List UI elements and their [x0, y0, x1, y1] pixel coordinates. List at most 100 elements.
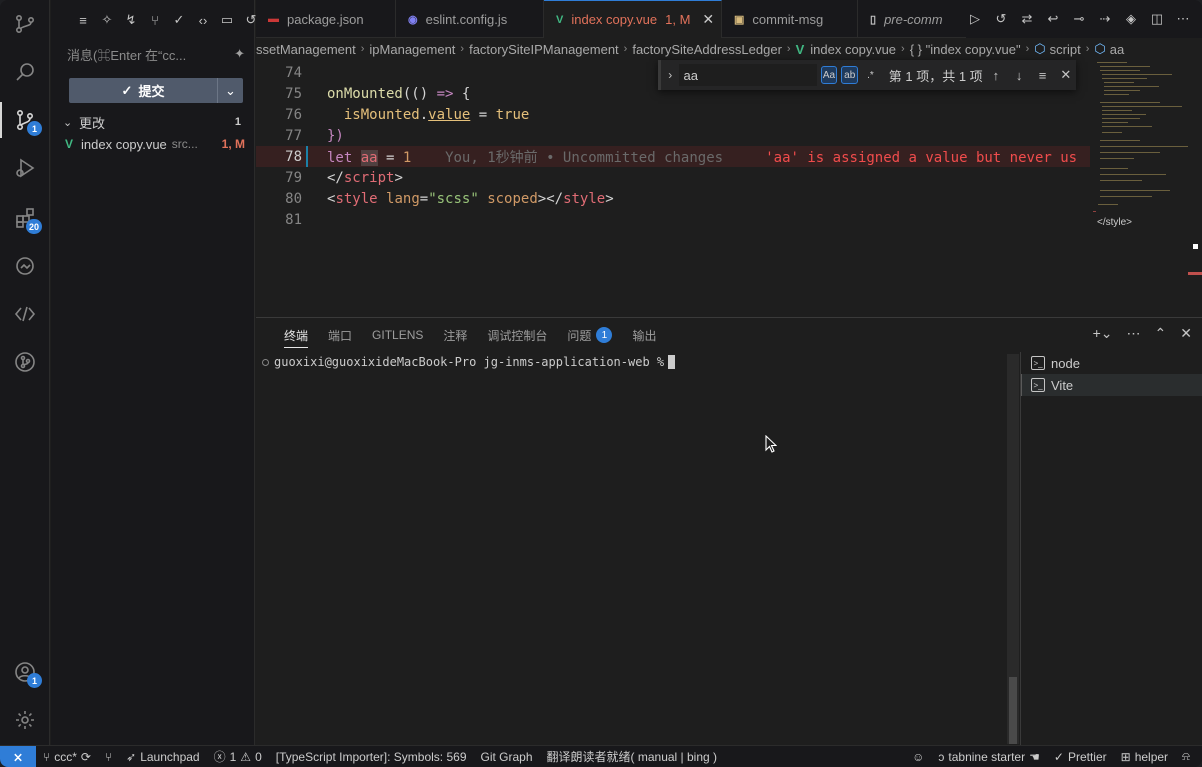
search-icon[interactable] — [0, 50, 50, 94]
panel-tab-label: 调试控制台 — [487, 328, 548, 343]
comment-icon[interactable]: ▭ — [217, 10, 237, 30]
editor-scroll-indicator[interactable] — [1193, 244, 1198, 249]
command-status-dot-icon — [262, 358, 269, 366]
tab-comments[interactable]: 注释 — [433, 318, 477, 352]
gitlens-icon[interactable] — [0, 340, 50, 384]
git-blame-annotation: You, 1秒钟前 • Uncommitted changes — [445, 149, 724, 166]
generate-message-sparkle-icon[interactable]: ✦ — [234, 46, 245, 62]
tab-gitlens[interactable]: GITLENS — [362, 318, 433, 352]
line-number: 81 — [285, 211, 302, 228]
branch-arrow-icon[interactable]: ↯ — [121, 10, 141, 30]
npm-icon: ▬ — [268, 13, 279, 25]
notifications-bell-icon[interactable]: ⍾ — [1175, 749, 1202, 764]
copilot-status[interactable]: ☺ — [905, 750, 931, 764]
launchpad-status[interactable]: ➶ Launchpad — [119, 750, 206, 764]
commit-button[interactable]: ✓ 提交 — [69, 78, 217, 103]
split-editor-icon[interactable]: ◫ — [1148, 10, 1166, 28]
terminal-icon: >_ — [1031, 378, 1045, 392]
scrollbar-thumb[interactable] — [1009, 677, 1017, 744]
code-icon[interactable]: ‹› — [193, 10, 213, 30]
breadcrumb-item[interactable]: aa — [1110, 42, 1124, 57]
branch-status[interactable]: ⑂ ccc* ⟳ — [36, 750, 98, 764]
tab-ports[interactable]: 端口 — [318, 318, 362, 352]
match-case-toggle[interactable]: Aa — [820, 66, 838, 84]
mouse-pointer-icon — [765, 435, 777, 453]
tab-package-json[interactable]: ▬ package.json — [256, 0, 396, 38]
remote-explorer-icon[interactable] — [0, 244, 50, 288]
tab-output[interactable]: 输出 — [622, 318, 666, 352]
commit-message-input[interactable]: 消息(⌘Enter 在“cc... ✦ — [67, 42, 245, 66]
source-control-graph-icon[interactable] — [0, 2, 50, 46]
minimap[interactable]: </style> — [1090, 60, 1190, 316]
previous-match-arrow-up-icon[interactable]: ↑ — [986, 68, 1006, 83]
check-icon[interactable]: ✓ — [169, 10, 189, 30]
terminal-output[interactable]: guoxixi@guoxixideMacBook-Pro jg-inms-app… — [262, 352, 1002, 372]
regex-toggle[interactable]: .* — [862, 66, 879, 84]
commit-dropdown-chevron-icon[interactable]: ⌄ — [217, 78, 243, 103]
breadcrumb-item[interactable]: factorySiteAddressLedger — [632, 42, 782, 57]
terminal-item-vite[interactable]: >_ Vite — [1021, 374, 1202, 396]
ts-importer-status[interactable]: [TypeScript Importer]: Symbols: 569 — [269, 750, 474, 764]
gitlens-blame-icon[interactable]: ◈ — [1122, 10, 1140, 28]
more-actions-icon[interactable]: ⋯ — [1174, 10, 1192, 28]
revert-icon[interactable]: ↩ — [1044, 10, 1062, 28]
tab-commit-msg[interactable]: ▣ commit-msg — [722, 0, 858, 38]
breadcrumb-item[interactable]: { } "index copy.vue" — [910, 42, 1021, 57]
prettier-status[interactable]: ✓ Prettier — [1047, 750, 1114, 764]
changed-file-item[interactable]: V index copy.vue src... 1, M — [65, 134, 245, 154]
compare-icon[interactable]: ⇄ — [1018, 10, 1036, 28]
terminal-scrollbar[interactable] — [1007, 354, 1019, 744]
next-change-icon[interactable]: ⇢ — [1096, 10, 1114, 28]
close-icon[interactable]: ✕ — [1056, 67, 1076, 83]
timeline-icon[interactable]: ↺ — [992, 10, 1010, 28]
tab-index-copy-vue[interactable]: V index copy.vue 1, M ✕ — [544, 0, 722, 38]
new-terminal-plus-icon[interactable]: +⌄ — [1093, 325, 1113, 342]
whole-word-toggle[interactable]: ab — [841, 66, 859, 84]
merge-icon[interactable]: ⑂ — [145, 10, 165, 30]
git-graph-status[interactable]: Git Graph — [474, 750, 540, 764]
next-match-arrow-down-icon[interactable]: ↓ — [1009, 68, 1029, 83]
list-icon[interactable]: ≡ — [73, 10, 93, 30]
code-editor[interactable]: 74 75 onMounted(() => { 76 isMounted.val… — [256, 60, 1202, 316]
problems-status[interactable]: ⓧ 1 ⚠ 0 — [207, 748, 269, 765]
settings-gear-icon[interactable] — [0, 698, 50, 742]
remote-indicator-icon[interactable]: ⨯ — [0, 745, 36, 767]
commit-graph-icon[interactable]: ⊸ — [1070, 10, 1088, 28]
tabnine-status[interactable]: ↄ tabnine starter ☚ — [931, 750, 1046, 764]
scm-toolbar: ≡ ✧ ↯ ⑂ ✓ ‹› ▭ ↺ — [73, 9, 261, 31]
tab-pre-commit[interactable]: ▯ pre-comm — [858, 0, 968, 38]
terminal-item-node[interactable]: >_ node — [1021, 352, 1202, 374]
tab-terminal[interactable]: 终端 — [274, 318, 318, 352]
more-actions-icon[interactable]: ⋯ — [1127, 325, 1141, 342]
graph-status[interactable]: ⑂ — [98, 750, 119, 764]
problems-badge: 1 — [596, 327, 613, 343]
variable-icon: ⬡ — [1094, 41, 1106, 56]
breadcrumb-item[interactable]: index copy.vue — [810, 42, 896, 57]
breadcrumb-item[interactable]: ipManagement — [369, 42, 455, 57]
toggle-replace-chevron-icon[interactable]: › — [661, 68, 679, 82]
maximize-panel-chevron-up-icon[interactable]: ⌃ — [1155, 325, 1167, 342]
terminal-icon: ▣ — [734, 13, 745, 26]
tabnine-label: tabnine starter — [948, 749, 1026, 764]
source-control-icon[interactable]: 1 — [0, 98, 50, 142]
breadcrumb-item[interactable]: factorySiteIPManagement — [469, 42, 619, 57]
helper-status[interactable]: ⊞ helper — [1114, 750, 1175, 764]
find-input[interactable]: aa — [679, 64, 817, 86]
accounts-icon[interactable]: 1 — [0, 650, 50, 694]
sync-icon[interactable]: ⟳ — [81, 750, 91, 764]
tab-debug-console[interactable]: 调试控制台 — [477, 318, 557, 352]
find-in-selection-icon[interactable]: ≡ — [1032, 68, 1052, 83]
breadcrumb-item[interactable]: script — [1050, 42, 1081, 57]
sparkle-icon[interactable]: ✧ — [97, 10, 117, 30]
tab-problems[interactable]: 问题 1 — [557, 318, 622, 352]
run-debug-icon[interactable] — [0, 146, 50, 190]
changes-section-header[interactable]: ⌄ 更改 1 — [63, 112, 245, 132]
close-icon[interactable]: ✕ — [702, 11, 714, 28]
extensions-icon[interactable]: 20 — [0, 196, 50, 240]
gitlens-inspect-icon[interactable] — [0, 292, 50, 336]
close-icon[interactable]: ✕ — [1180, 325, 1192, 342]
translator-status[interactable]: 翻译朗读者就绪( manual | bing ) — [540, 748, 725, 765]
breadcrumb-item[interactable]: ssetManagement — [256, 42, 356, 57]
tab-eslint-config[interactable]: ◉ eslint.config.js — [396, 0, 544, 38]
run-icon[interactable]: ▷ — [966, 10, 984, 28]
